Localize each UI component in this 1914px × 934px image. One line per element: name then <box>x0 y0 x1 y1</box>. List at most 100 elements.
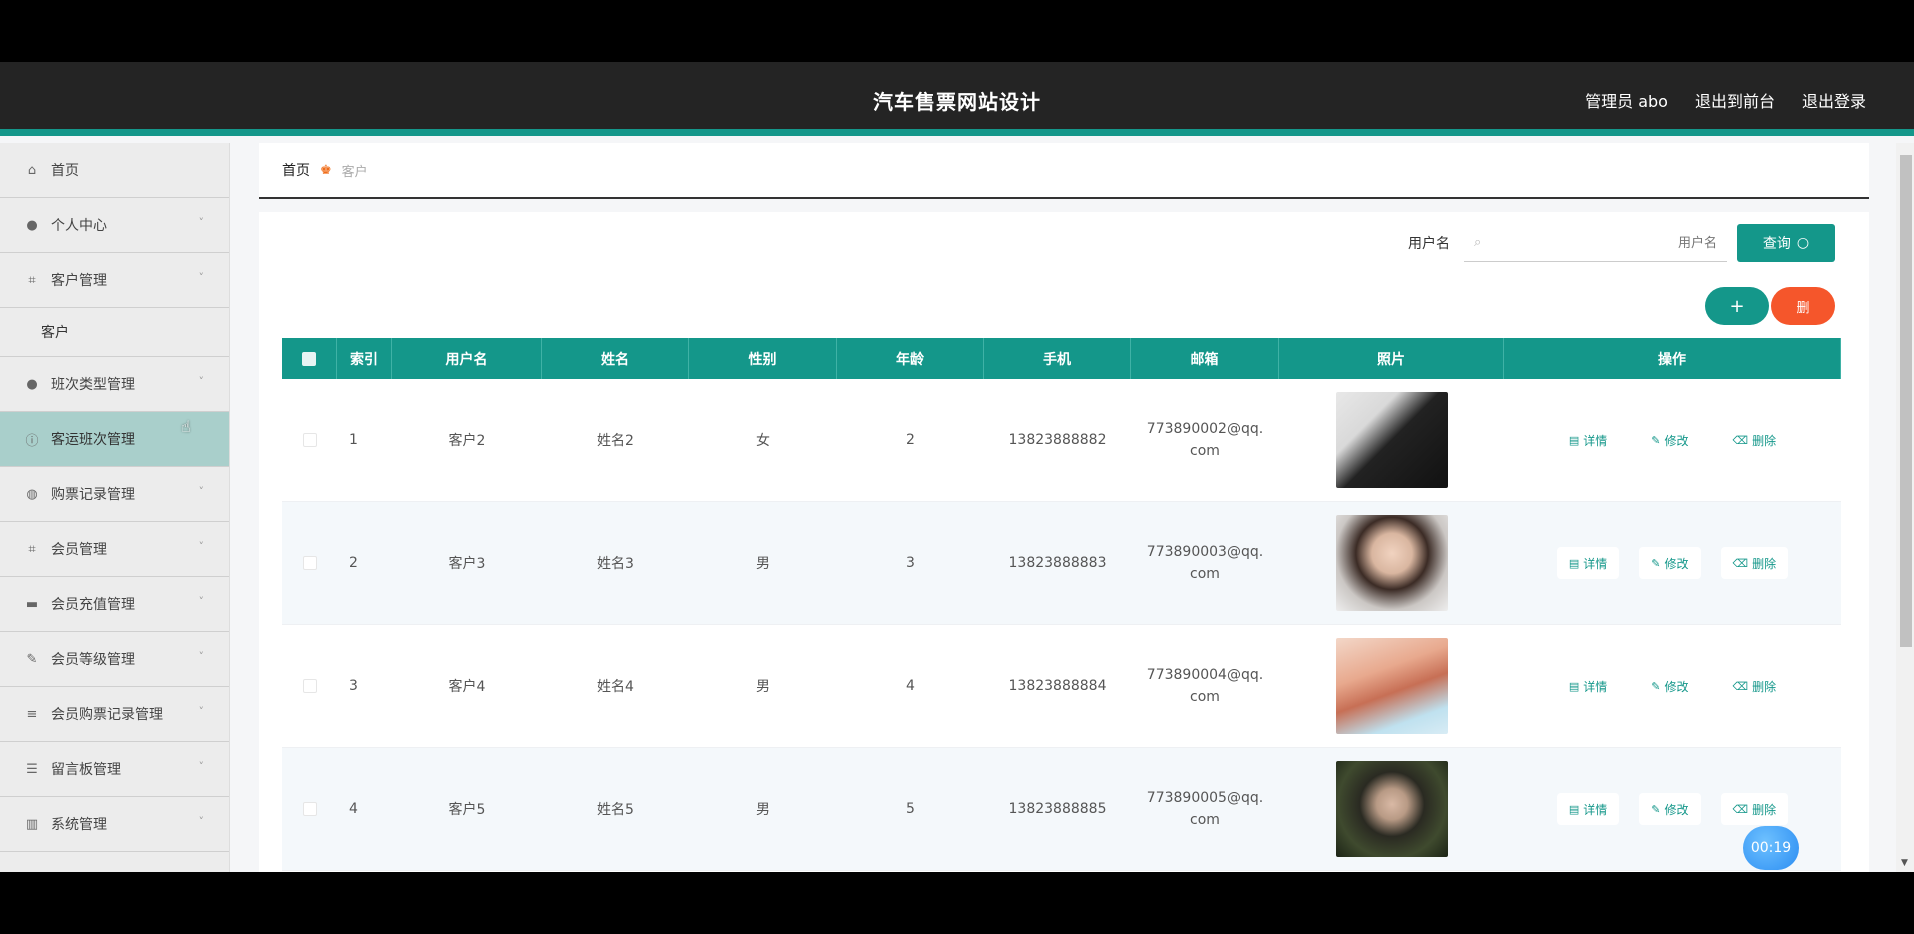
trash-icon: ⌫ <box>1732 433 1749 447</box>
sidebar-item-home[interactable]: ⌂ 首页 <box>0 143 229 198</box>
cell-username: 客户3 <box>448 556 486 572</box>
exit-to-front-link[interactable]: 退出到前台 <box>1695 88 1775 112</box>
sidebar: ⌂ 首页 ● 个人中心 ˅ ⌗ 客户管理 ˅ 客户 ● 班次类型管理 ˅ ⓘ 客… <box>0 143 230 872</box>
detail-button[interactable]: ▤ 详情 <box>1556 547 1620 579</box>
edit-button[interactable]: ✎ 修改 <box>1639 793 1701 825</box>
row-checkbox[interactable] <box>302 556 317 570</box>
sidebar-subitem-customer[interactable]: 客户 <box>0 308 229 357</box>
scroll-down-arrow-icon[interactable]: ▼ <box>1901 858 1908 868</box>
chevron-down-icon: ˅ <box>198 485 205 498</box>
delete-label: 删除 <box>1752 679 1777 694</box>
email-line: com <box>1190 689 1220 705</box>
cell-phone: 13823888882 <box>1008 432 1107 448</box>
delete-button[interactable]: ⌫ 删除 <box>1720 670 1789 702</box>
trash-icon: ⌫ <box>1732 802 1749 816</box>
row-checkbox-cell <box>282 379 337 501</box>
cell-index: 2 <box>349 555 358 571</box>
scrollbar-thumb[interactable] <box>1900 155 1912 647</box>
mouse-pointer-icon: ☝ <box>181 417 191 436</box>
sidebar-item-customer-management[interactable]: ⌗ 客户管理 ˅ <box>0 253 229 308</box>
email-line: com <box>1190 566 1220 582</box>
cell-ops: ▤ 详情 ✎ 修改 ⌫ 删除 <box>1504 625 1841 747</box>
sidebar-item-member-recharge-management[interactable]: ▬ 会员充值管理 ˅ <box>0 577 229 632</box>
sidebar-item-member-ticket-record-management[interactable]: ≡ 会员购票记录管理 ˅ <box>0 687 229 742</box>
detail-icon: ▤ <box>1568 433 1580 447</box>
row-checkbox-cell <box>282 625 337 747</box>
select-all-checkbox[interactable] <box>302 351 316 366</box>
sidebar-item-label: 个人中心 <box>51 218 107 234</box>
cell-email: 773890004@qq. com <box>1131 625 1279 747</box>
edit-button[interactable]: ✎ 修改 <box>1639 547 1701 579</box>
admin-user[interactable]: 管理员 abo <box>1585 88 1668 112</box>
cell-phone: 13823888884 <box>1008 678 1107 694</box>
customer-panel: 用户名 ⌕ 查询 ○ + 删 索引 用户名 姓名 性别 <box>259 212 1869 872</box>
cell-username: 客户2 <box>448 433 486 449</box>
detail-button[interactable]: ▤ 详情 <box>1556 424 1620 456</box>
detail-button[interactable]: ▤ 详情 <box>1556 793 1620 825</box>
select-all-checkbox-cell[interactable] <box>282 338 337 379</box>
edit-icon: ✎ <box>1651 556 1661 570</box>
row-checkbox[interactable] <box>302 802 317 816</box>
delete-button[interactable]: ⌫ 删除 <box>1720 547 1789 579</box>
edit-button[interactable]: ✎ 修改 <box>1639 670 1701 702</box>
sidebar-item-bus-shift-management[interactable]: ⓘ 客运班次管理 <box>0 412 229 467</box>
customer-photo <box>1335 515 1448 611</box>
batch-delete-button[interactable]: 删 <box>1771 287 1835 325</box>
screen: 汽车售票网站设计 管理员 abo 退出到前台 退出登录 ⌂ 首页 ● 个人中心 … <box>0 0 1914 934</box>
cell-photo <box>1279 379 1504 501</box>
app-window: 汽车售票网站设计 管理员 abo 退出到前台 退出登录 ⌂ 首页 ● 个人中心 … <box>0 62 1914 872</box>
sidebar-item-label: 会员管理 <box>51 542 107 558</box>
sidebar-item-member-level-management[interactable]: ✎ 会员等级管理 ˅ <box>0 632 229 687</box>
sidebar-item-member-management[interactable]: ⌗ 会员管理 ˅ <box>0 522 229 577</box>
top-bar: 汽车售票网站设计 管理员 abo 退出到前台 退出登录 <box>0 62 1914 136</box>
cell-photo <box>1279 748 1504 870</box>
sidebar-item-label: 会员等级管理 <box>51 652 135 668</box>
cell-index: 3 <box>349 678 358 694</box>
sidebar-item-shift-type-management[interactable]: ● 班次类型管理 ˅ <box>0 357 229 412</box>
detail-label: 详情 <box>1583 679 1608 694</box>
column-header: 姓名 <box>542 338 689 379</box>
delete-button[interactable]: ⌫ 删除 <box>1720 424 1789 456</box>
column-header: 性别 <box>689 338 837 379</box>
detail-button[interactable]: ▤ 详情 <box>1556 670 1620 702</box>
chevron-down-icon: ˅ <box>198 271 205 284</box>
sidebar-item-label: 客运班次管理 <box>51 432 135 448</box>
delete-label: 删除 <box>1752 556 1777 571</box>
row-checkbox[interactable] <box>302 433 317 447</box>
cell-age: 5 <box>906 801 915 817</box>
column-header: 用户名 <box>392 338 542 379</box>
delete-button[interactable]: ⌫ 删除 <box>1720 793 1789 825</box>
cell-index: 1 <box>349 432 358 448</box>
info-icon: ⓘ <box>25 433 39 449</box>
column-header: 操作 <box>1504 338 1841 379</box>
search-bar: 用户名 ⌕ 查询 ○ <box>1408 224 1835 262</box>
sidebar-item-personal-center[interactable]: ● 个人中心 ˅ <box>0 198 229 253</box>
email-line: 773890004@qq. <box>1146 667 1264 683</box>
sidebar-item-label: 会员购票记录管理 <box>51 707 163 723</box>
cell-username: 客户4 <box>448 679 486 695</box>
search-input[interactable] <box>1489 235 1717 250</box>
table-row: 2 客户3 姓名3 男 3 13823888883 773890003@qq. c… <box>282 502 1841 625</box>
cell-gender: 男 <box>756 556 770 572</box>
page-scrollbar[interactable]: ▼ <box>1896 143 1914 872</box>
breadcrumb-home[interactable]: 首页 <box>282 160 310 180</box>
sliders-icon: ☰ <box>26 761 38 777</box>
sidebar-item-ticket-record-management[interactable]: ◍ 购票记录管理 ˅ <box>0 467 229 522</box>
search-field[interactable]: ⌕ <box>1464 224 1727 262</box>
logout-link[interactable]: 退出登录 <box>1802 88 1866 112</box>
search-button[interactable]: 查询 ○ <box>1737 224 1835 262</box>
edit-button[interactable]: ✎ 修改 <box>1639 424 1701 456</box>
row-checkbox[interactable] <box>302 679 317 693</box>
cell-age: 4 <box>906 678 915 694</box>
chevron-down-icon: ˅ <box>198 375 205 388</box>
edit-label: 修改 <box>1664 802 1689 817</box>
add-button[interactable]: + <box>1705 287 1769 325</box>
row-checkbox-cell <box>282 748 337 870</box>
sidebar-item-message-board-management[interactable]: ☰ 留言板管理 ˅ <box>0 742 229 797</box>
sidebar-item-system-management[interactable]: ▥ 系统管理 ˅ <box>0 797 229 852</box>
chevron-down-icon: ˅ <box>198 650 205 663</box>
email-line: 773890003@qq. <box>1146 544 1264 560</box>
cell-gender: 女 <box>756 433 770 449</box>
cell-ops: ▤ 详情 ✎ 修改 ⌫ 删除 <box>1504 379 1841 501</box>
cell-gender: 男 <box>756 802 770 818</box>
